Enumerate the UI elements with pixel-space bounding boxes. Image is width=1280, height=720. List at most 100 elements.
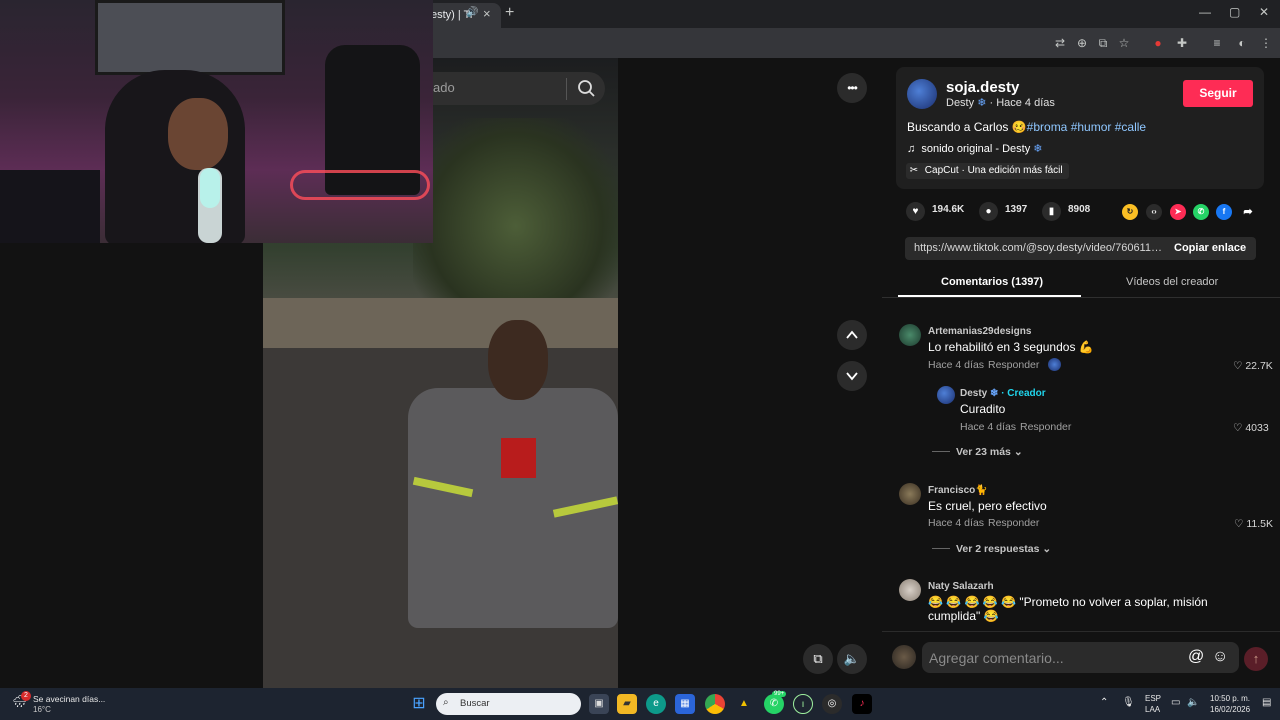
taskbar-search-label: Buscar: [460, 698, 490, 709]
tab-comments[interactable]: Comentarios (1397): [941, 276, 1043, 288]
maximize-button[interactable]: ▢: [1229, 5, 1240, 19]
more-options-button[interactable]: •••: [837, 73, 867, 103]
verified-icon: ❄: [990, 388, 999, 399]
whatsapp-icon[interactable]: ✆: [764, 694, 784, 714]
comment-likes[interactable]: ♡ 4033: [1233, 422, 1269, 434]
reply-button[interactable]: Responder: [1020, 421, 1071, 433]
mention-icon[interactable]: @: [1188, 648, 1204, 666]
chrome-icon[interactable]: [705, 694, 725, 714]
active-tab-indicator: [898, 295, 1081, 297]
avatar[interactable]: [899, 324, 921, 346]
like-icon[interactable]: ♥: [906, 202, 925, 221]
hashtag-link[interactable]: #calle: [1115, 120, 1146, 134]
emoji-icon[interactable]: ☺: [1212, 648, 1228, 666]
hashtag-link[interactable]: #broma: [1027, 120, 1068, 134]
video-link[interactable]: https://www.tiktok.com/@soy.desty/video/…: [914, 242, 1162, 254]
comment-username[interactable]: Artemanias29designs: [928, 326, 1031, 337]
edge-icon[interactable]: e: [646, 694, 666, 714]
menu-icon[interactable]: ⋮: [1257, 34, 1275, 52]
extensions-icon[interactable]: ✚: [1173, 34, 1191, 52]
hashtag-link[interactable]: #humor: [1071, 120, 1112, 134]
video-description: Buscando a Carlos 🥴#broma #humor #calle: [907, 120, 1146, 134]
whatsapp-icon[interactable]: ✆: [1193, 204, 1209, 220]
reply-button[interactable]: Responder: [988, 359, 1039, 371]
avatar[interactable]: [937, 386, 955, 404]
next-video-button[interactable]: [837, 361, 867, 391]
profile-icon[interactable]: ◐: [1233, 34, 1251, 52]
avatar[interactable]: [892, 645, 916, 669]
app-icon[interactable]: ı: [793, 694, 813, 714]
capcut-anchor[interactable]: ✂ CapCut · Una edición más fácil: [906, 163, 1069, 179]
minimize-button[interactable]: —: [1199, 5, 1211, 19]
bookmark-icon[interactable]: ▮: [1042, 202, 1061, 221]
view-more-replies[interactable]: Ver 2 respuestas ⌄: [956, 543, 1051, 555]
install-icon[interactable]: ⧉: [1094, 34, 1112, 52]
share-icon[interactable]: ➦: [1240, 204, 1256, 220]
search-icon[interactable]: [576, 78, 596, 98]
app-icon[interactable]: ▲: [734, 694, 754, 714]
repost-icon[interactable]: ↻: [1122, 204, 1138, 220]
copy-link-button[interactable]: Copiar enlace: [1174, 242, 1246, 254]
keyboard-layout[interactable]: LAA: [1145, 705, 1160, 714]
tab-audio-icon[interactable]: 🔊: [466, 7, 478, 18]
comment-likes[interactable]: ♡ 22.7K: [1233, 360, 1273, 372]
comment-icon[interactable]: ●: [979, 202, 998, 221]
author-avatar[interactable]: [907, 79, 937, 109]
reply-button[interactable]: Responder: [988, 517, 1039, 529]
search-input[interactable]: ado: [433, 80, 455, 95]
tiktok-icon[interactable]: ♪: [852, 694, 872, 714]
previous-video-button[interactable]: [837, 320, 867, 350]
reading-list-icon[interactable]: ≡: [1208, 34, 1226, 52]
person-head: [488, 320, 548, 400]
new-tab-button[interactable]: +: [505, 4, 514, 22]
avatar[interactable]: [899, 579, 921, 601]
embed-icon[interactable]: ‹›: [1146, 204, 1162, 220]
volume-icon[interactable]: 🔈: [1187, 697, 1199, 708]
floating-player-icon[interactable]: ⧉: [803, 644, 833, 674]
view-more-replies[interactable]: Ver 23 más ⌄: [956, 446, 1023, 458]
chevron-up-icon[interactable]: ⌃: [1100, 697, 1108, 708]
comment-username[interactable]: Francisco🐈: [928, 485, 988, 496]
author-username[interactable]: soja.desty: [946, 79, 1019, 96]
avatar[interactable]: [899, 483, 921, 505]
clock-date[interactable]: 16/02/2026: [1210, 705, 1250, 714]
taskbar: [0, 688, 1280, 720]
tab-close-icon[interactable]: ×: [483, 6, 491, 21]
follow-button[interactable]: Seguir: [1183, 80, 1253, 107]
microphone-icon[interactable]: 🎙: [1122, 697, 1135, 708]
close-window-button[interactable]: ✕: [1259, 5, 1269, 19]
extension-red-icon[interactable]: ●: [1149, 34, 1167, 52]
weather-text[interactable]: Se avecinan días...: [33, 694, 105, 704]
send-to-friend-icon[interactable]: ➤: [1170, 204, 1186, 220]
sound-link[interactable]: ♫ sonido original - Desty ❄: [907, 142, 1043, 155]
language-indicator[interactable]: ESP: [1145, 694, 1161, 703]
search-icon: ⌕: [443, 697, 449, 708]
taskbar-search[interactable]: [436, 693, 581, 715]
creator-badge: · Creador: [1001, 388, 1046, 399]
post-comment-button[interactable]: ↑: [1244, 647, 1268, 671]
comment-username[interactable]: Naty Salazarh: [928, 581, 994, 592]
clock-time[interactable]: 10:50 p. m.: [1210, 694, 1250, 703]
save-count: 8908: [1068, 204, 1091, 215]
network-icon[interactable]: ▭: [1171, 697, 1180, 708]
store-icon[interactable]: ▦: [675, 694, 695, 714]
comment-text: Lo rehabilitó en 3 segundos 💪: [928, 340, 1094, 354]
chevron-down-icon: ⌄: [1013, 446, 1023, 458]
start-icon[interactable]: ⊞: [409, 694, 429, 714]
bookmark-star-icon[interactable]: ☆: [1115, 34, 1133, 52]
cam-desk: [0, 170, 100, 243]
comment-likes[interactable]: ♡ 11.5K: [1234, 518, 1273, 530]
comment-username[interactable]: Desty: [960, 388, 987, 399]
notification-icon[interactable]: ▤: [1262, 697, 1271, 708]
translate-icon[interactable]: ⇄: [1051, 34, 1069, 52]
comment-placeholder[interactable]: Agregar comentario...: [929, 650, 1064, 666]
volume-icon[interactable]: 🔈: [837, 644, 867, 674]
tab-creator-videos[interactable]: Vídeos del creador: [1126, 276, 1218, 288]
comment-count: 1397: [1005, 204, 1028, 215]
file-explorer-icon[interactable]: ▰: [617, 694, 637, 714]
chrome-profile-icon[interactable]: ◎: [822, 694, 842, 714]
task-view-icon[interactable]: ▣: [589, 694, 609, 714]
comment-time: Hace 4 días: [960, 421, 1017, 433]
facebook-icon[interactable]: f: [1216, 204, 1232, 220]
zoom-icon[interactable]: ⊕: [1073, 34, 1091, 52]
